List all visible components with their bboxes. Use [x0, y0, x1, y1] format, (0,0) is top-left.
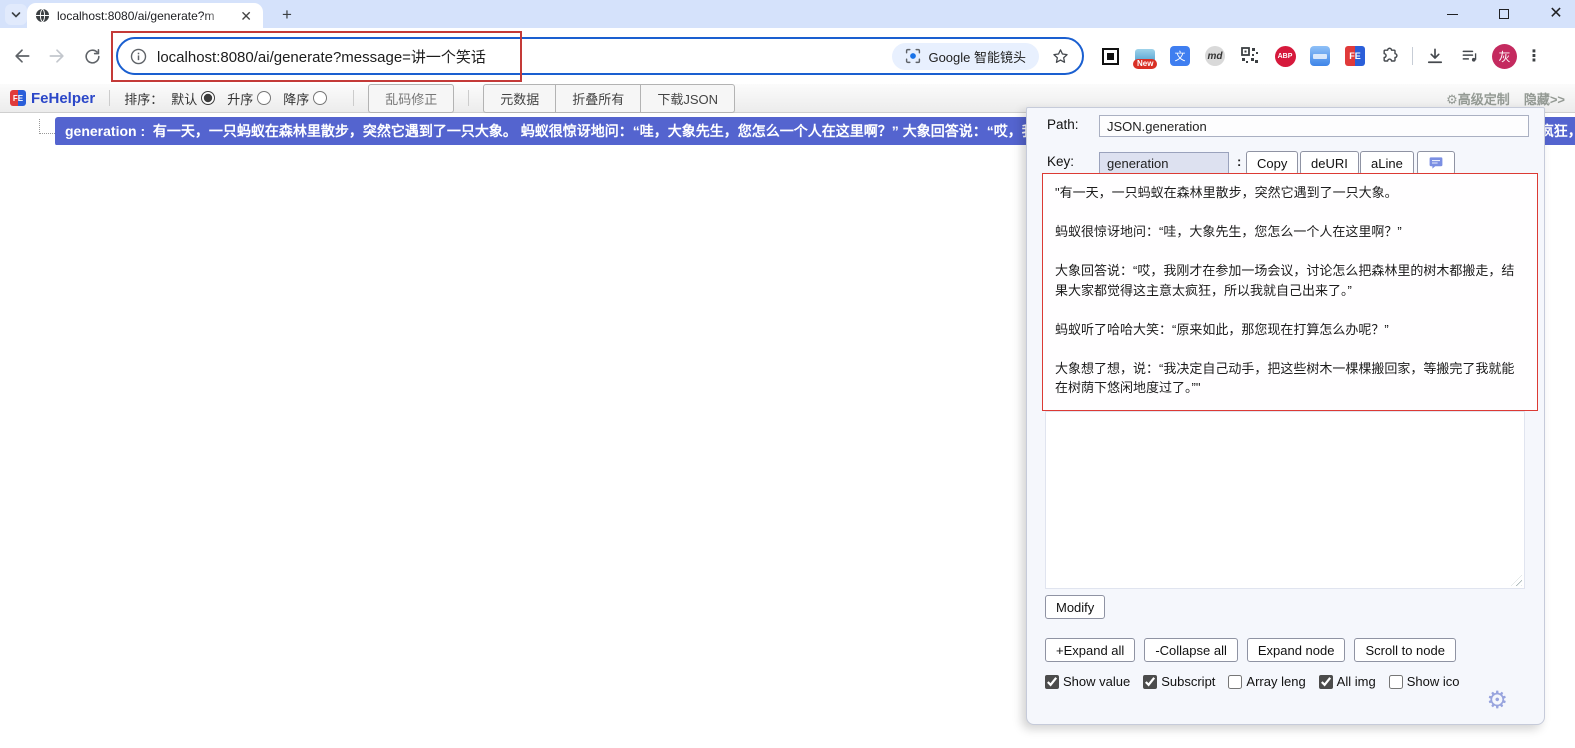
- google-lens-button[interactable]: Google 智能镜头: [892, 43, 1039, 70]
- tab-search-chevron-icon[interactable]: [5, 4, 27, 25]
- tab-close-icon[interactable]: ✕: [237, 8, 255, 24]
- window-maximize-button[interactable]: [1493, 3, 1515, 25]
- subscript-checkbox[interactable]: Subscript: [1143, 674, 1215, 689]
- expand-node-button[interactable]: Expand node: [1247, 638, 1346, 662]
- new-tab-button[interactable]: +: [276, 4, 298, 26]
- browser-toolbar: localhost:8080/ai/generate?message=讲一个笑话…: [0, 28, 1575, 84]
- value-edit-textarea[interactable]: [1045, 411, 1525, 589]
- show-value-checkbox[interactable]: Show value: [1045, 674, 1130, 689]
- display-options: Show value Subscript Array leng All img …: [1045, 674, 1459, 689]
- tab-strip: localhost:8080/ai/generate?m ✕ + ✕: [0, 0, 1575, 28]
- url-text[interactable]: localhost:8080/ai/generate?message=讲一个笑话: [157, 46, 892, 67]
- metadata-button[interactable]: 元数据: [483, 84, 556, 113]
- expand-all-button[interactable]: +Expand all: [1045, 638, 1135, 662]
- extensions-row: New 文 md ABP FE 灰 ⋮: [1097, 42, 1542, 70]
- window-minimize-button[interactable]: [1441, 3, 1463, 25]
- path-input[interactable]: [1099, 115, 1529, 137]
- qrcode-extension-icon[interactable]: [1237, 43, 1263, 69]
- new-badge-extension-icon[interactable]: New: [1132, 43, 1158, 69]
- lens-label: Google 智能镜头: [928, 47, 1026, 66]
- screenshot-extension-icon[interactable]: [1097, 43, 1123, 69]
- speech-translate-icon: [1428, 156, 1444, 170]
- sort-label: 排序：: [124, 89, 163, 108]
- browser-menu-icon[interactable]: ⋮: [1526, 46, 1542, 66]
- key-colon: :: [1237, 154, 1241, 169]
- back-button[interactable]: [8, 42, 36, 70]
- fehelper-logo-icon: FE: [10, 90, 26, 106]
- bookmark-star-icon[interactable]: [1051, 47, 1070, 66]
- lens-icon: [905, 48, 921, 64]
- tab-title: localhost:8080/ai/generate?m: [57, 9, 230, 23]
- sort-asc-radio[interactable]: 升序: [227, 89, 271, 108]
- globe-favicon-icon: [35, 8, 50, 23]
- collapse-all-button[interactable]: -Collapse all: [1144, 638, 1238, 662]
- copy-button[interactable]: Copy: [1246, 151, 1298, 175]
- sort-default-radio[interactable]: 默认: [171, 89, 215, 108]
- card-extension-icon[interactable]: [1307, 43, 1333, 69]
- fix-encoding-button[interactable]: 乱码修正: [368, 84, 454, 113]
- modify-button[interactable]: Modify: [1045, 595, 1105, 619]
- deuri-button[interactable]: deURI: [1300, 151, 1359, 175]
- sort-desc-radio[interactable]: 降序: [283, 89, 327, 108]
- key-label: Key:: [1047, 154, 1074, 169]
- collapse-all-button[interactable]: 折叠所有: [555, 84, 641, 113]
- translate-extension-icon[interactable]: 文: [1167, 43, 1193, 69]
- markdown-extension-icon[interactable]: md: [1202, 43, 1228, 69]
- all-img-checkbox[interactable]: All img: [1319, 674, 1376, 689]
- extensions-puzzle-icon[interactable]: [1377, 43, 1403, 69]
- node-actions: +Expand all -Collapse all Expand node Sc…: [1045, 638, 1456, 662]
- array-length-checkbox[interactable]: Array leng: [1228, 674, 1305, 689]
- adblock-extension-icon[interactable]: ABP: [1272, 43, 1298, 69]
- downloads-icon[interactable]: [1422, 43, 1448, 69]
- forward-button[interactable]: [43, 42, 71, 70]
- window-close-button[interactable]: ✕: [1545, 3, 1567, 25]
- address-bar[interactable]: localhost:8080/ai/generate?message=讲一个笑话…: [116, 37, 1084, 75]
- panel-settings-gear-icon[interactable]: ⚙: [1486, 686, 1508, 714]
- json-key: generation: [65, 123, 137, 139]
- advanced-settings-link[interactable]: ⚙高级定制: [1446, 89, 1510, 108]
- toolbar-separator: [1412, 47, 1413, 65]
- browser-tab[interactable]: localhost:8080/ai/generate?m ✕: [27, 3, 263, 28]
- key-input[interactable]: [1099, 152, 1229, 174]
- profile-avatar[interactable]: 灰: [1492, 44, 1517, 69]
- show-ico-checkbox[interactable]: Show ico: [1389, 674, 1460, 689]
- translate-value-button[interactable]: [1417, 151, 1455, 175]
- reload-button[interactable]: [78, 42, 106, 70]
- page-info-icon[interactable]: [130, 48, 147, 65]
- media-playlist-icon[interactable]: [1457, 43, 1483, 69]
- path-label: Path:: [1047, 117, 1079, 132]
- scroll-to-node-button[interactable]: Scroll to node: [1354, 638, 1456, 662]
- value-display-box[interactable]: "有一天，一只蚂蚁在森林里散步，突然它遇到了一只大象。 蚂蚁很惊讶地问：“哇，大…: [1042, 173, 1538, 411]
- fehelper-extension-icon[interactable]: FE: [1342, 43, 1368, 69]
- download-json-button[interactable]: 下载JSON: [640, 84, 735, 113]
- fehelper-brand: FeHelper: [31, 90, 95, 107]
- fehelper-detail-panel: Path: Key: : Copy deURI aLine "有一天，一只蚂蚁在…: [1026, 107, 1545, 725]
- tree-branch-guide: [39, 119, 55, 134]
- hide-panel-link[interactable]: 隐藏>>: [1524, 89, 1565, 108]
- aline-button[interactable]: aLine: [1360, 151, 1414, 175]
